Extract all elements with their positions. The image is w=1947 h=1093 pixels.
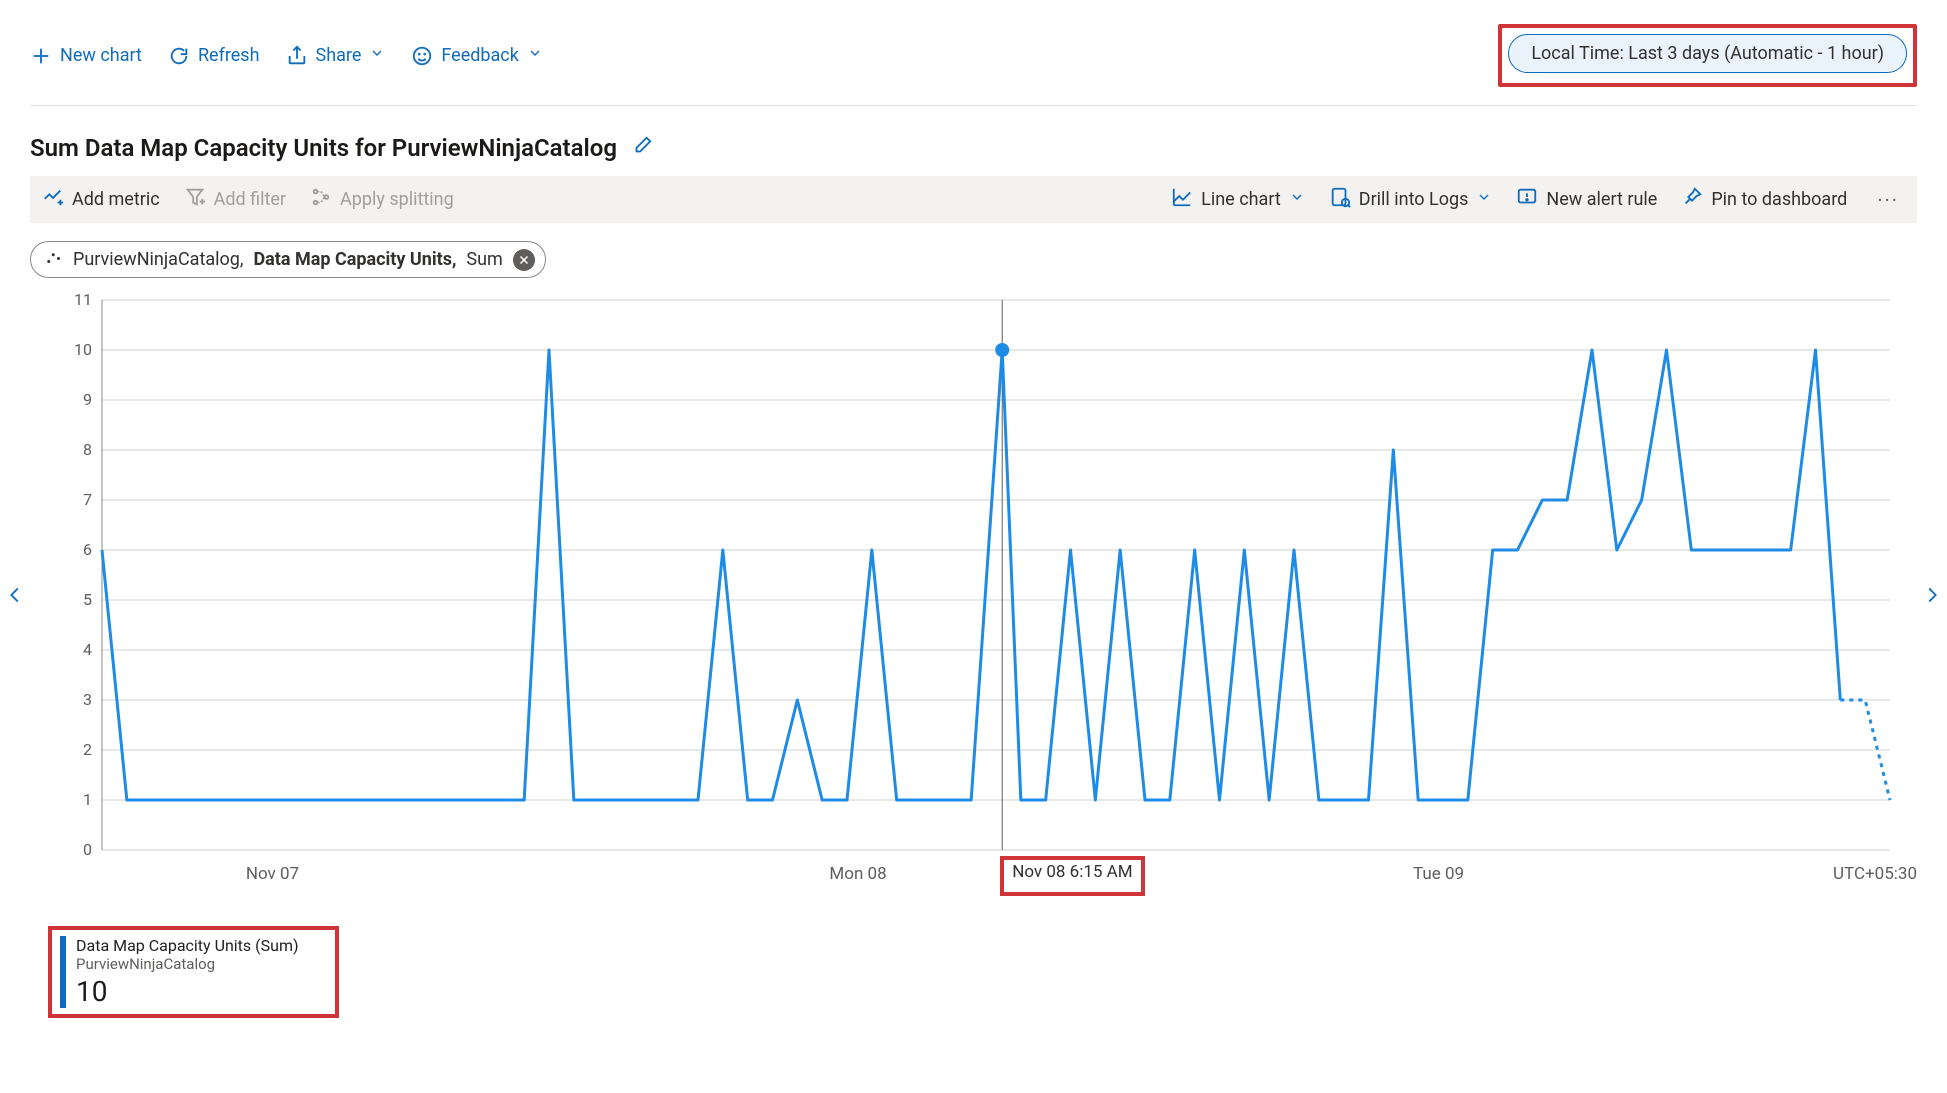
split-icon	[310, 186, 332, 213]
svg-text:3: 3	[83, 690, 92, 709]
chart-type-dropdown[interactable]: Line chart	[1171, 186, 1305, 213]
new-alert-label: New alert rule	[1546, 189, 1657, 210]
chevron-down-icon	[527, 45, 543, 66]
svg-text:11: 11	[74, 290, 92, 309]
legend-scope: PurviewNinjaCatalog	[76, 955, 299, 973]
add-metric-button[interactable]: Add metric	[42, 186, 160, 213]
more-menu-button[interactable]: ···	[1871, 188, 1905, 212]
metric-chip[interactable]: PurviewNinjaCatalog, Data Map Capacity U…	[30, 241, 546, 278]
remove-metric-button[interactable]	[513, 249, 535, 271]
x-axis-label: Tue 09	[1413, 864, 1464, 884]
new-chart-button[interactable]: New chart	[30, 45, 142, 67]
top-toolbar: New chart Refresh Share Feedback Local T…	[30, 20, 1917, 106]
tooltip-time-highlight-box: Nov 08 6:15 AM	[1000, 856, 1144, 896]
chevron-down-icon	[369, 45, 385, 66]
feedback-button[interactable]: Feedback	[411, 45, 542, 67]
add-metric-icon	[42, 186, 64, 213]
line-chart-svg[interactable]: 0 1 2 3 4 5 6 7 8 9 10 11	[30, 290, 1910, 890]
pin-icon	[1681, 186, 1703, 213]
refresh-button[interactable]: Refresh	[168, 45, 260, 67]
chart-area: 0 1 2 3 4 5 6 7 8 9 10 11 Nov 08 6:15 AM Nov 07 Mon…	[30, 290, 1917, 900]
metric-chip-row: PurviewNinjaCatalog, Data Map Capacity U…	[30, 241, 1917, 278]
svg-text:9: 9	[83, 390, 92, 409]
scroll-right-button[interactable]	[1921, 584, 1943, 606]
metric-chip-metric: Data Map Capacity Units,	[253, 249, 456, 270]
refresh-icon	[168, 45, 190, 67]
logs-icon	[1329, 186, 1351, 213]
drill-logs-label: Drill into Logs	[1359, 189, 1469, 210]
add-filter-button[interactable]: Add filter	[184, 186, 286, 213]
metric-chip-scope: PurviewNinjaCatalog,	[73, 249, 243, 270]
apply-splitting-label: Apply splitting	[340, 189, 454, 210]
svg-text:8: 8	[83, 440, 92, 459]
scatter-icon	[45, 248, 63, 271]
chevron-down-icon	[1476, 189, 1492, 210]
share-icon	[286, 45, 308, 67]
refresh-label: Refresh	[198, 45, 260, 66]
drill-into-logs-dropdown[interactable]: Drill into Logs	[1329, 186, 1493, 213]
new-chart-label: New chart	[60, 45, 142, 66]
feedback-label: Feedback	[441, 45, 518, 66]
add-metric-label: Add metric	[72, 189, 160, 210]
filter-icon	[184, 186, 206, 213]
svg-text:1: 1	[83, 790, 92, 809]
new-alert-rule-button[interactable]: New alert rule	[1516, 186, 1657, 213]
time-range-highlight-box: Local Time: Last 3 days (Automatic - 1 h…	[1498, 24, 1917, 87]
chart-title-row: Sum Data Map Capacity Units for PurviewN…	[30, 134, 1917, 162]
line-chart-icon	[1171, 186, 1193, 213]
time-range-picker[interactable]: Local Time: Last 3 days (Automatic - 1 h…	[1508, 34, 1907, 73]
pin-label: Pin to dashboard	[1711, 189, 1847, 210]
share-label: Share	[316, 45, 362, 66]
plus-icon	[30, 45, 52, 67]
time-range-label: Local Time: Last 3 days (Automatic - 1 h…	[1531, 43, 1884, 64]
svg-text:2: 2	[83, 740, 92, 759]
alert-icon	[1516, 186, 1538, 213]
edit-title-button[interactable]	[631, 135, 653, 161]
legend-value: 10	[76, 975, 299, 1008]
tooltip-time-label: Nov 08 6:15 AM	[1012, 862, 1132, 882]
x-axis-label: Nov 07	[246, 864, 299, 884]
smile-icon	[411, 45, 433, 67]
svg-text:0: 0	[83, 840, 92, 859]
chart-type-label: Line chart	[1201, 189, 1281, 210]
x-axis-label: Mon 08	[829, 864, 886, 884]
legend-series-name: Data Map Capacity Units (Sum)	[76, 936, 299, 955]
x-axis-tz-label: UTC+05:30	[1833, 864, 1917, 884]
add-filter-label: Add filter	[214, 189, 286, 210]
legend-highlight-box: Data Map Capacity Units (Sum) PurviewNin…	[48, 926, 339, 1018]
svg-text:4: 4	[83, 640, 92, 659]
pin-to-dashboard-button[interactable]: Pin to dashboard	[1681, 186, 1847, 213]
chevron-down-icon	[1289, 189, 1305, 210]
chart-title: Sum Data Map Capacity Units for PurviewN…	[30, 134, 617, 162]
apply-splitting-button[interactable]: Apply splitting	[310, 186, 454, 213]
metric-chip-aggregation: Sum	[466, 249, 502, 270]
svg-text:10: 10	[74, 340, 92, 359]
legend-card[interactable]: Data Map Capacity Units (Sum) PurviewNin…	[60, 936, 299, 1008]
svg-text:7: 7	[83, 490, 92, 509]
chart-toolbar: Add metric Add filter Apply splitting Li…	[30, 176, 1917, 223]
svg-text:6: 6	[83, 540, 92, 559]
scroll-left-button[interactable]	[4, 584, 26, 606]
svg-text:5: 5	[83, 590, 92, 609]
share-button[interactable]: Share	[286, 45, 386, 67]
